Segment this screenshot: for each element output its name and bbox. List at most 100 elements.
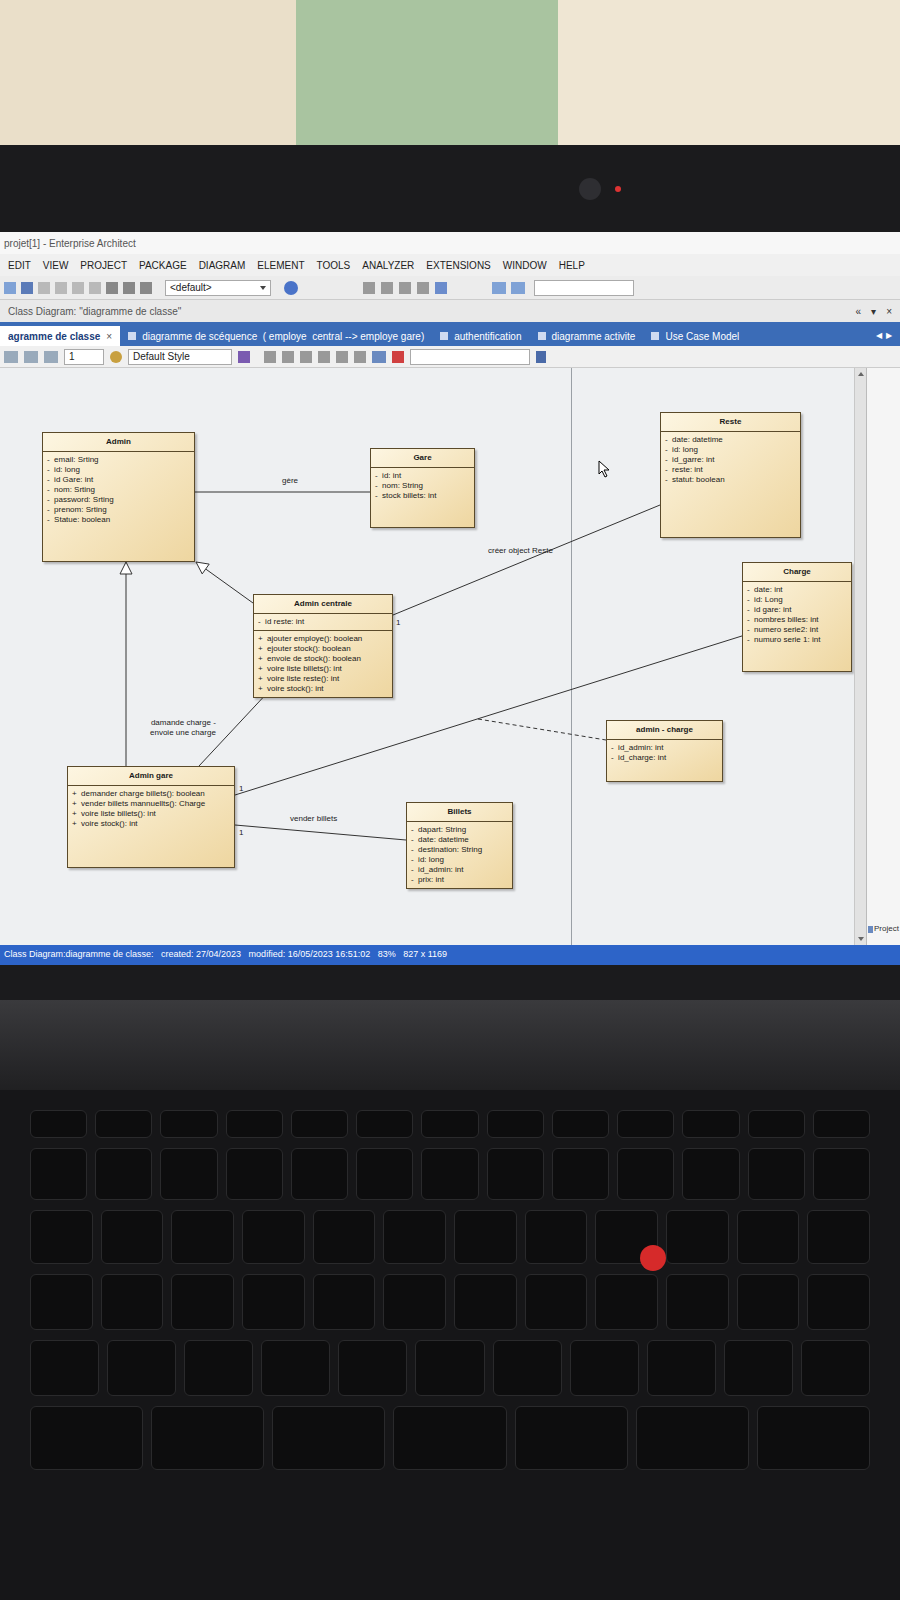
key[interactable] xyxy=(95,1110,152,1138)
search-icon[interactable] xyxy=(106,282,118,294)
new-icon[interactable] xyxy=(4,282,16,294)
list-icon[interactable] xyxy=(417,282,429,294)
menu-item[interactable]: ELEMENT xyxy=(257,258,304,273)
window-icon[interactable] xyxy=(492,282,506,294)
header-control[interactable]: × xyxy=(886,304,892,319)
key[interactable] xyxy=(748,1148,805,1200)
key[interactable] xyxy=(30,1274,93,1330)
key[interactable] xyxy=(291,1110,348,1138)
key[interactable] xyxy=(171,1274,234,1330)
align4-icon[interactable] xyxy=(318,351,330,363)
font-icon[interactable] xyxy=(399,282,411,294)
key[interactable] xyxy=(813,1148,870,1200)
fill-icon[interactable] xyxy=(4,351,18,363)
filter-field[interactable] xyxy=(410,349,530,365)
key[interactable] xyxy=(487,1110,544,1138)
scroll-down-icon[interactable] xyxy=(858,937,864,941)
tab[interactable]: authentification xyxy=(432,326,529,346)
key[interactable] xyxy=(525,1210,588,1264)
key[interactable] xyxy=(617,1148,674,1200)
key[interactable] xyxy=(101,1274,164,1330)
key[interactable] xyxy=(666,1274,729,1330)
class-box[interactable]: Admin- email: Srting- id: long- id Gare:… xyxy=(42,432,195,562)
key[interactable] xyxy=(801,1340,870,1396)
save-icon[interactable] xyxy=(21,282,33,294)
key[interactable] xyxy=(261,1340,330,1396)
toolbar-field[interactable] xyxy=(534,280,634,296)
key[interactable] xyxy=(552,1148,609,1200)
key[interactable] xyxy=(617,1110,674,1138)
key[interactable] xyxy=(666,1210,729,1264)
key[interactable] xyxy=(807,1210,870,1264)
class-box[interactable]: admin - charge- id_admin: int- id_charge… xyxy=(606,720,723,782)
scroll-up-icon[interactable] xyxy=(858,372,864,376)
zoom-icon[interactable] xyxy=(140,282,152,294)
menu-item[interactable]: TOOLS xyxy=(317,258,351,273)
tab-scroll[interactable]: ▶ xyxy=(886,330,892,342)
menu-item[interactable]: VIEW xyxy=(43,258,69,273)
key[interactable] xyxy=(272,1406,385,1470)
menu-item[interactable]: PROJECT xyxy=(80,258,127,273)
align2-icon[interactable] xyxy=(282,351,294,363)
key[interactable] xyxy=(160,1148,217,1200)
color-icon[interactable] xyxy=(435,282,447,294)
key[interactable] xyxy=(682,1148,739,1200)
key[interactable] xyxy=(737,1210,800,1264)
align6-icon[interactable] xyxy=(354,351,366,363)
tree-icon[interactable] xyxy=(372,351,386,363)
key[interactable] xyxy=(421,1148,478,1200)
class-box[interactable]: Billets- dapart: String- date: datetime-… xyxy=(406,802,513,889)
menu-item[interactable]: DIAGRAM xyxy=(199,258,246,273)
key[interactable] xyxy=(313,1210,376,1264)
key[interactable] xyxy=(737,1274,800,1330)
tab[interactable]: diagramme activite xyxy=(530,326,644,346)
class-box[interactable]: Admin gare+ demander charge billets(): b… xyxy=(67,766,235,868)
key[interactable] xyxy=(552,1110,609,1138)
tab[interactable]: diagramme de scéquence ( employe central… xyxy=(120,326,432,346)
generalization-connector[interactable] xyxy=(120,562,132,766)
scrollbar[interactable] xyxy=(854,368,866,945)
grid-icon[interactable] xyxy=(381,282,393,294)
tab[interactable]: Use Case Model xyxy=(643,326,747,346)
line-color-icon[interactable] xyxy=(24,351,38,363)
key[interactable] xyxy=(30,1406,143,1470)
key[interactable] xyxy=(101,1210,164,1264)
key[interactable] xyxy=(30,1340,99,1396)
bold-icon[interactable] xyxy=(238,351,250,363)
key[interactable] xyxy=(724,1340,793,1396)
align-icon[interactable] xyxy=(264,351,276,363)
key[interactable] xyxy=(356,1110,413,1138)
key[interactable] xyxy=(30,1148,87,1200)
align3-icon[interactable] xyxy=(300,351,312,363)
key[interactable] xyxy=(570,1340,639,1396)
menu-item[interactable]: ANALYZER xyxy=(362,258,414,273)
key[interactable] xyxy=(151,1406,264,1470)
key[interactable] xyxy=(338,1340,407,1396)
key[interactable] xyxy=(226,1110,283,1138)
copy-icon[interactable] xyxy=(55,282,67,294)
font-color-icon[interactable] xyxy=(44,351,58,363)
key[interactable] xyxy=(356,1148,413,1200)
tab-scroll[interactable]: ◀ xyxy=(876,330,882,342)
key[interactable] xyxy=(242,1210,305,1264)
key[interactable] xyxy=(383,1210,446,1264)
key[interactable] xyxy=(421,1110,478,1138)
align5-icon[interactable] xyxy=(336,351,348,363)
key[interactable] xyxy=(487,1148,544,1200)
key[interactable] xyxy=(291,1148,348,1200)
key[interactable] xyxy=(813,1110,870,1138)
key[interactable] xyxy=(515,1406,628,1470)
key[interactable] xyxy=(454,1210,517,1264)
key[interactable] xyxy=(383,1274,446,1330)
window2-icon[interactable] xyxy=(511,282,525,294)
key[interactable] xyxy=(160,1110,217,1138)
key[interactable] xyxy=(807,1274,870,1330)
class-box[interactable]: Admin centrale- id reste: int+ ajouter e… xyxy=(253,594,393,698)
class-box[interactable]: Charge- date: int- id: Long- id gare: in… xyxy=(742,562,852,672)
key[interactable] xyxy=(636,1406,749,1470)
key[interactable] xyxy=(415,1340,484,1396)
key[interactable] xyxy=(748,1110,805,1138)
header-control[interactable]: ▾ xyxy=(871,304,876,319)
key[interactable] xyxy=(226,1148,283,1200)
key[interactable] xyxy=(682,1110,739,1138)
